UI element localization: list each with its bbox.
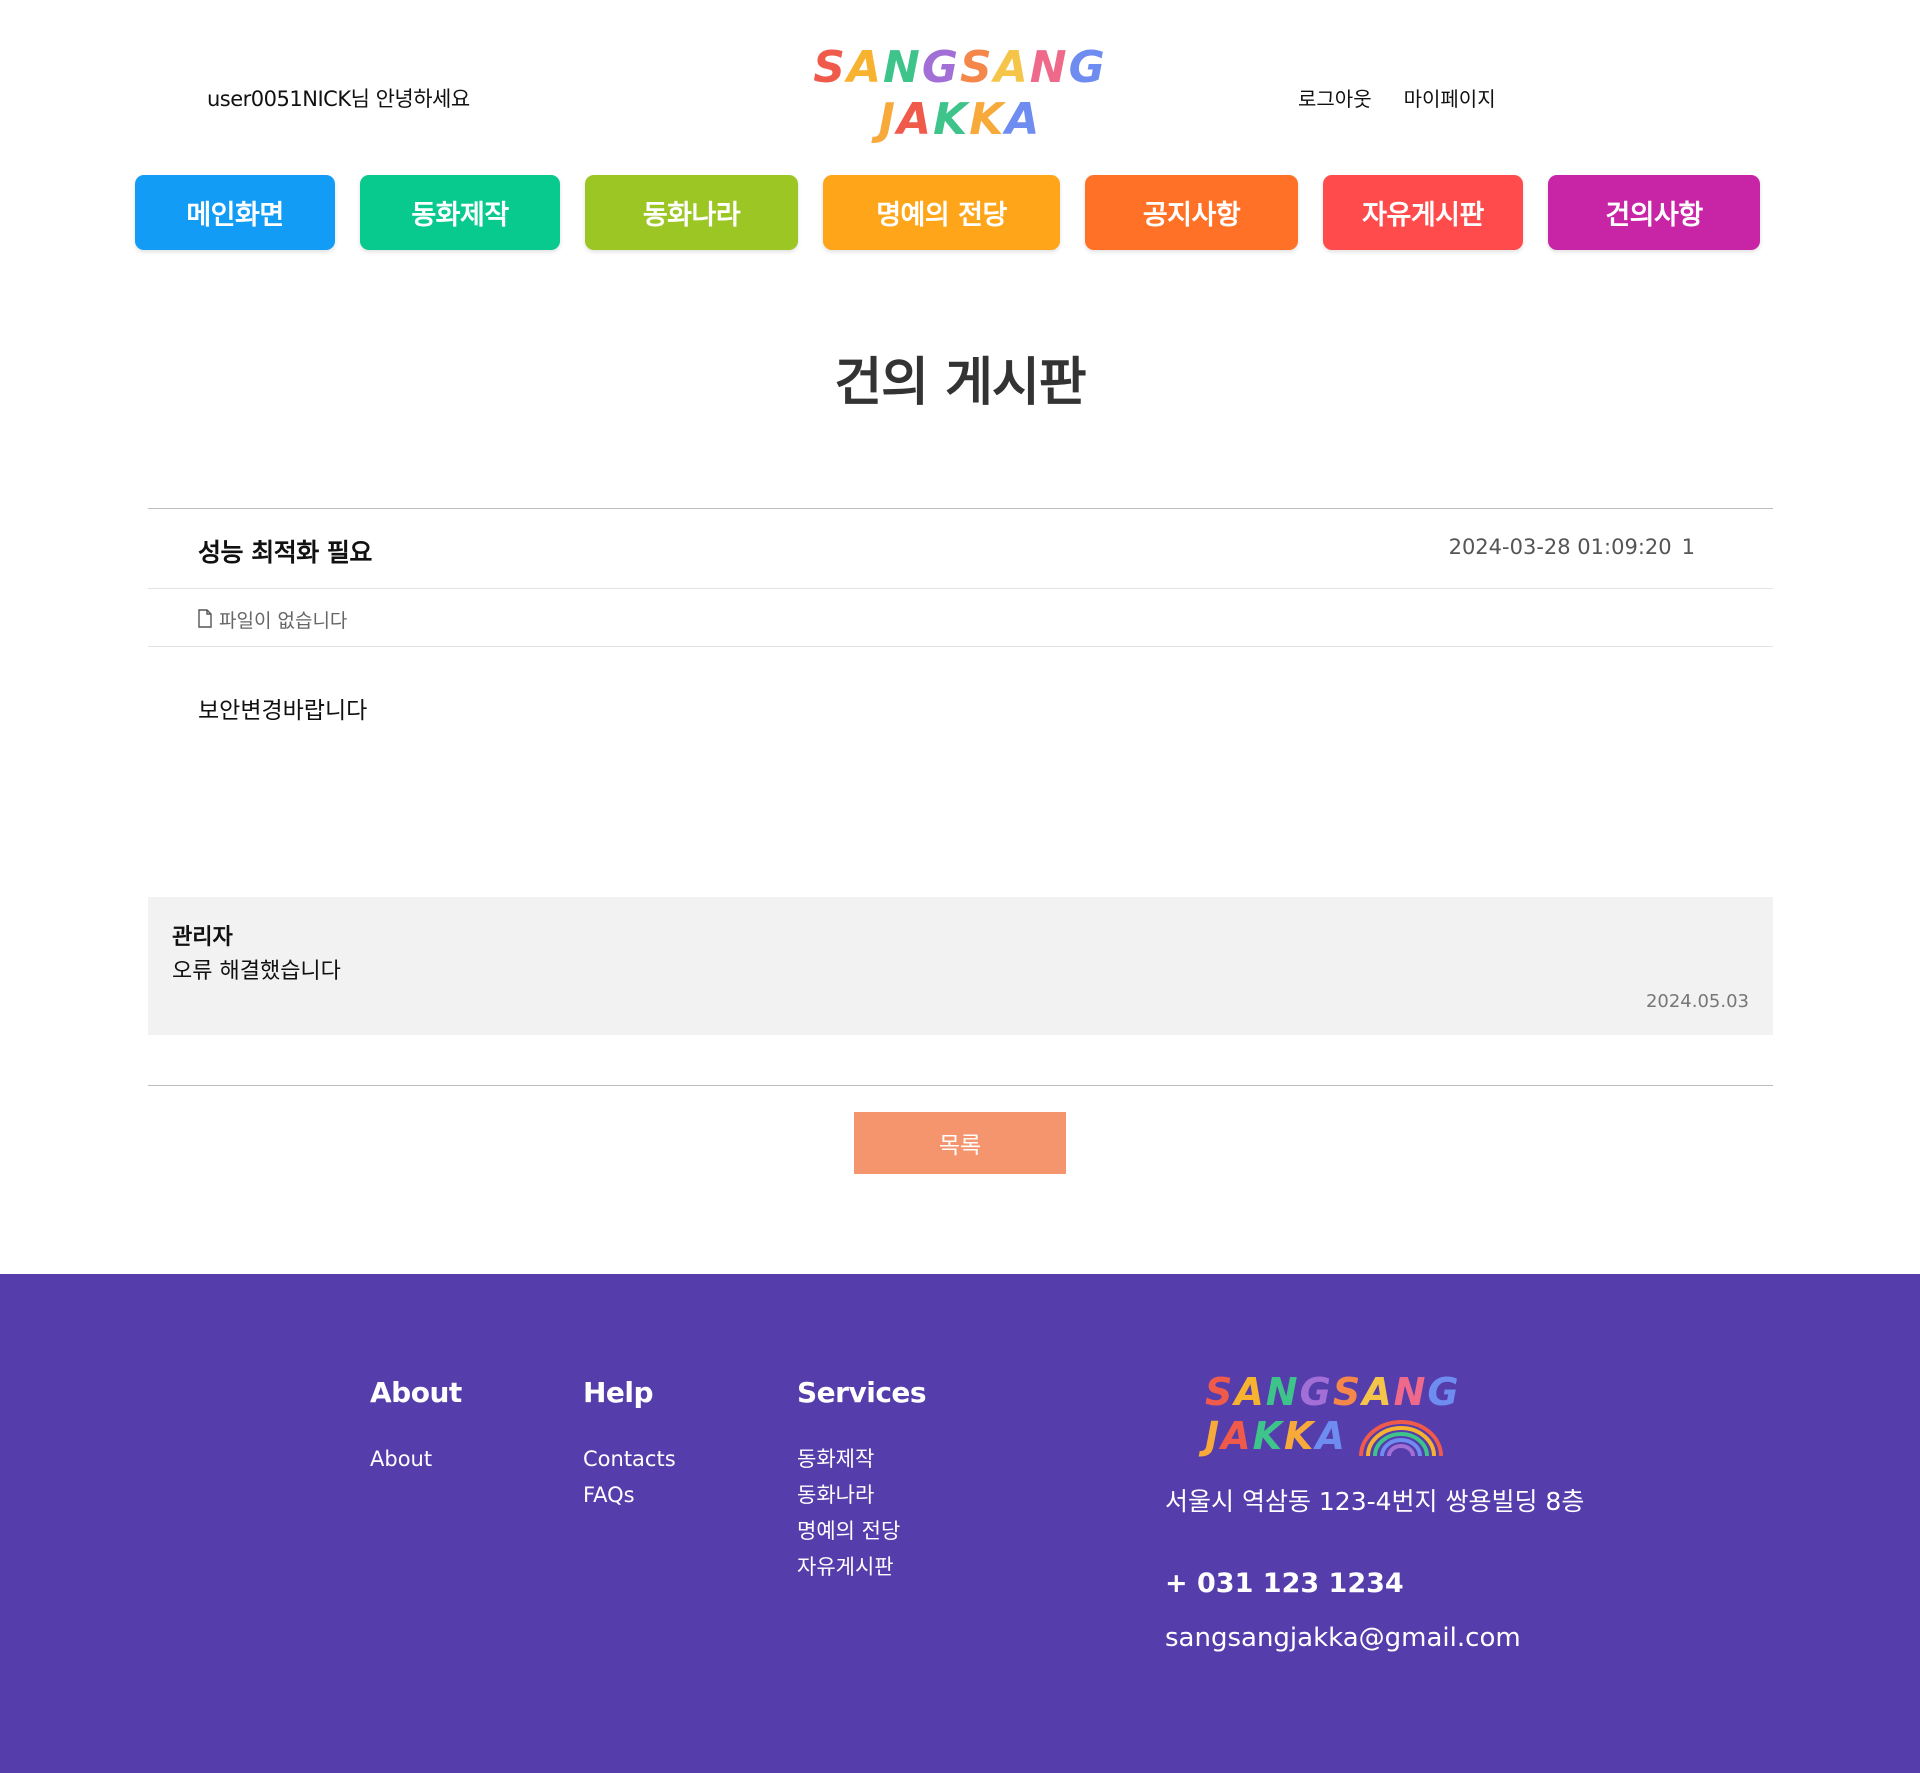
logo-letter: G [921,42,960,93]
logo-letter: A [1315,1414,1347,1458]
logo-letter: A [993,42,1030,93]
post-title: 성능 최적화 필요 [198,538,372,567]
logo-letter: J [878,94,898,145]
nav-story-create[interactable]: 동화제작 [360,175,560,250]
attachment-label: 파일이 없습니다 [219,610,348,632]
post-meta: 2024-03-28 01:09:20 1 [1449,535,1695,559]
logo-letter: K [933,94,970,145]
logo-letter: A [846,42,884,93]
logo-letter: K [1252,1414,1285,1458]
logo-letter: S [813,42,847,93]
logout-link[interactable]: 로그아웃 [1298,83,1372,112]
nav-free-board[interactable]: 자유게시판 [1323,175,1523,250]
logo-letter: G [1299,1370,1333,1414]
nav-hall-of-fame[interactable]: 명예의 전당 [823,175,1060,250]
logo-letter: K [969,94,1006,145]
logo-letter: N [1393,1370,1428,1414]
footer-services-heading: Services [797,1376,927,1409]
site-logo[interactable]: SANGSANG JAKKA [813,42,1104,152]
logo-letter: G [1068,42,1107,93]
footer: About About Help Contacts FAQs Services … [0,1274,1920,1773]
logo-letter: J [1205,1414,1222,1458]
post-content: 보안변경바랍니다 [198,698,368,724]
nav-notice[interactable]: 공지사항 [1085,175,1298,250]
logo-letter: N [883,42,922,93]
post-datetime: 2024-03-28 01:09:20 [1448,535,1672,559]
logo-letter: A [1221,1414,1253,1458]
logo-letter: N [1265,1370,1300,1414]
greeting-text: user0051NICK님 안녕하세요 [207,87,470,111]
mypage-link[interactable]: 마이페이지 [1404,83,1496,112]
post-attachment: 파일이 없습니다 [148,589,1773,647]
footer-services-col: Services 동화제작 동화나라 명예의 전당 자유게시판 [797,1376,927,1585]
list-button[interactable]: 목록 [854,1112,1066,1174]
logo-letter: A [897,94,934,145]
footer-logo-line-1: SANGSANG [1205,1370,1459,1414]
footer-help-col: Help Contacts FAQs [583,1376,676,1513]
logo-letter: N [1029,42,1069,93]
footer-phone: + 031 123 1234 [1165,1568,1404,1599]
footer-service-link[interactable]: 동화제작 [797,1441,926,1477]
logo-letter: A [1005,94,1042,145]
footer-help-heading: Help [583,1376,654,1409]
post-body: 보안변경바랍니다 [148,647,1773,897]
footer-about-link[interactable]: About [370,1441,462,1477]
nav-story-land[interactable]: 동화나라 [585,175,798,250]
post-views: 1 [1681,535,1695,559]
file-icon [198,609,212,628]
footer-about-col: About About [370,1376,462,1477]
post-header: 성능 최적화 필요 2024-03-28 01:09:20 1 [148,508,1773,589]
footer-service-link[interactable]: 명예의 전당 [797,1513,926,1549]
nav-main[interactable]: 메인화면 [135,175,335,250]
logo-letter: S [960,42,994,93]
logo-letter: G [1427,1370,1461,1414]
logo-letter: K [1284,1414,1316,1458]
footer-service-link[interactable]: 자유게시판 [797,1549,926,1585]
admin-reply: 관리자 오류 해결했습니다 2024.05.03 [148,897,1773,1035]
logo-letter: S [1332,1370,1363,1414]
top-links: 로그아웃 마이페이지 [1298,83,1496,112]
footer-contacts-link[interactable]: Contacts [583,1441,676,1477]
logo-line-1: SANGSANG [813,42,1104,94]
logo-line-2: JAKKA [836,94,1084,146]
divider [148,1085,1773,1086]
post-detail: 성능 최적화 필요 2024-03-28 01:09:20 1 파일이 없습니다… [148,508,1773,897]
footer-about-heading: About [370,1376,462,1409]
rainbow-icon [1359,1420,1443,1457]
footer-service-link[interactable]: 동화나라 [797,1477,926,1513]
logo-letter: A [1362,1370,1394,1414]
reply-author: 관리자 [172,925,233,950]
reply-date: 2024.05.03 [1645,991,1749,1012]
footer-logo: SANGSANG JAKKA [1205,1370,1459,1460]
logo-letter: S [1205,1370,1235,1414]
footer-faqs-link[interactable]: FAQs [583,1477,676,1513]
reply-text: 오류 해결했습니다 [172,959,341,984]
footer-email: sangsangjakka@gmail.com [1165,1623,1521,1653]
footer-address: 서울시 역삼동 123-4번지 쌍용빌딩 8층 [1165,1487,1585,1516]
nav-suggestion[interactable]: 건의사항 [1548,175,1760,250]
logo-letter: A [1234,1370,1266,1414]
page-title: 건의 게시판 [834,353,1086,413]
